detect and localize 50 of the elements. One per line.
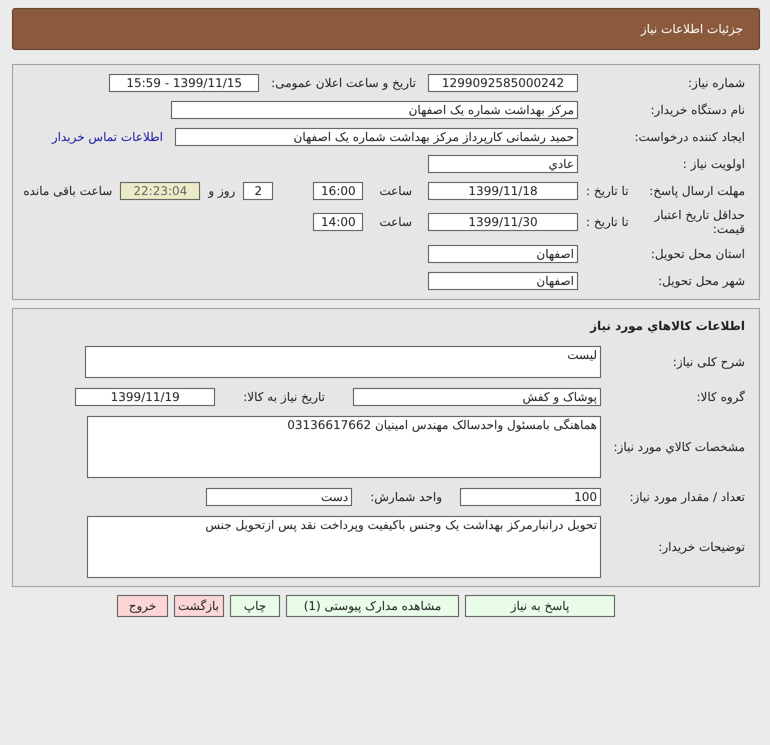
field-label: استان محل تحویل:: [650, 246, 745, 261]
input-field[interactable]: 1399/11/15 - 15:59: [109, 74, 260, 92]
contact-link[interactable]: اطلاعات تماس خریدار: [52, 130, 163, 144]
field-label: حداقل تاریخ اعتبار قیمت:: [652, 208, 745, 237]
action-button[interactable]: خروج: [117, 594, 168, 617]
field-label: روز و: [208, 184, 236, 198]
field-label: گروه کالا:: [696, 390, 745, 404]
input-field[interactable]: 14:00: [313, 213, 364, 232]
field-label: ساعت: [378, 215, 413, 230]
action-button[interactable]: مشاهده مدارک پیوستی (1): [286, 594, 459, 617]
input-field[interactable]: مرکز بهداشت شماره یک اصفهان: [171, 101, 578, 119]
field-label: تاریخ نیاز به کالا:: [242, 390, 326, 404]
input-field[interactable]: 2: [243, 182, 274, 200]
field-label: شرح کلی نیاز:: [672, 354, 745, 369]
input-field[interactable]: عادي: [428, 155, 578, 173]
field-label: ایجاد کننده درخواست:: [634, 130, 745, 144]
field-label: اولویت نیاز :: [682, 156, 745, 172]
field-label: توضیحات خریدار:: [658, 540, 745, 554]
field-label: تعداد / مقدار مورد نیاز:: [629, 490, 745, 504]
input-field[interactable]: 1299092585000242: [428, 74, 578, 92]
action-button[interactable]: چاپ: [230, 594, 280, 617]
field-label: مشخصات کالاي مورد نیاز:: [613, 440, 745, 454]
input-field[interactable]: تحویل درانبارمرکز بهداشت یک وجنس باکیفیت وپرداخت نقد پس ازتحویل جنس: [87, 516, 601, 578]
input-field[interactable]: 1399/11/30: [428, 213, 578, 232]
section-title: اطلاعات کالاهاي مورد نیاز: [588, 318, 746, 335]
field-label: شماره نیاز:: [688, 76, 745, 90]
input-field[interactable]: 100: [460, 488, 601, 506]
action-button[interactable]: بازگشت: [174, 594, 224, 617]
input-field[interactable]: 1399/11/18: [428, 182, 578, 200]
field-label: تا تاریخ :: [586, 184, 629, 198]
input-field[interactable]: لیست: [85, 346, 601, 378]
input-field[interactable]: هماهنگی بامسئول واحدسالک مهندس امینیان 03136617662: [87, 416, 601, 478]
input-field[interactable]: پوشاک و کفش: [353, 388, 601, 406]
input-field[interactable]: دست: [206, 488, 352, 506]
field-label: نام دستگاه خریدار:: [650, 102, 745, 118]
field-label: شهر محل تحویل:: [658, 274, 745, 288]
input-field[interactable]: اصفهان: [428, 272, 578, 290]
input-field[interactable]: 1399/11/19: [75, 388, 216, 406]
field-label: ساعت باقی مانده: [23, 184, 112, 198]
field-label: تا تاریخ :: [586, 215, 629, 230]
action-button[interactable]: پاسخ به نیاز: [465, 594, 615, 617]
input-field[interactable]: 16:00: [313, 182, 364, 200]
page-title: جزئیات اطلاعات نیاز: [640, 22, 743, 36]
field-label: واحد شمارش:: [369, 490, 443, 504]
input-field[interactable]: حمید رشمانی کارپرداز مرکز بهداشت شماره یک اصفهان: [175, 128, 578, 146]
field-label: مهلت ارسال پاسخ:: [649, 184, 745, 198]
field-label: تاریخ و ساعت اعلان عمومی:: [270, 76, 417, 90]
input-field[interactable]: 22:23:04: [120, 182, 200, 200]
input-field[interactable]: اصفهان: [428, 244, 578, 263]
field-label: ساعت: [378, 184, 413, 198]
